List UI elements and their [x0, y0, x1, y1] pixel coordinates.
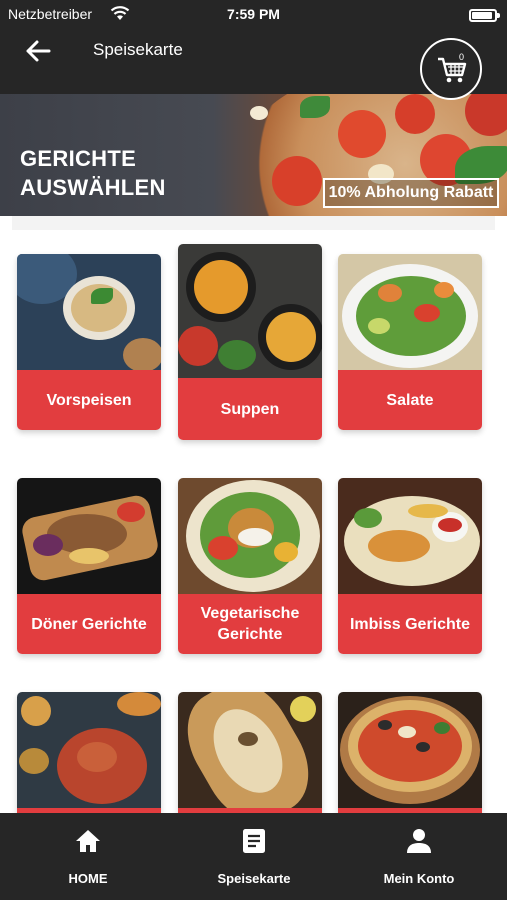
bottom-navigation: HOME Speisekarte Mein Konto [0, 813, 507, 900]
category-label: Suppen [178, 378, 322, 440]
menu-list-icon [243, 829, 265, 853]
arrow-left-icon [26, 40, 51, 62]
nav-mein-konto-label: Mein Konto [383, 871, 455, 886]
category-card-vegetarisch[interactable]: Vegetarische Gerichte [178, 478, 322, 654]
discount-badge: 10% Abholung Rabatt [323, 178, 499, 208]
category-image [338, 478, 482, 594]
user-icon [407, 829, 431, 853]
category-card-8[interactable] [178, 692, 322, 813]
nav-home[interactable]: HOME [18, 813, 158, 900]
nav-speisekarte[interactable]: Speisekarte [184, 813, 324, 900]
category-image [178, 478, 322, 594]
banner-title-line1: GERICHTE [20, 146, 137, 171]
category-image [17, 478, 161, 594]
page-title: Speisekarte [93, 40, 183, 59]
category-card-suppen[interactable]: Suppen [178, 244, 322, 440]
category-card-7[interactable] [17, 692, 161, 813]
category-label: Vegetarische Gerichte [178, 594, 322, 654]
back-button[interactable] [24, 38, 54, 64]
cart-button[interactable]: 0 [420, 38, 482, 100]
category-card-salate[interactable]: Salate [338, 254, 482, 430]
category-label: Salate [338, 370, 482, 430]
category-image [338, 692, 482, 808]
status-bar: Netzbetreiber 7:59 PM [0, 4, 507, 26]
category-card-9[interactable] [338, 692, 482, 813]
banner-title-line2: AUSWÄHLEN [20, 175, 166, 200]
category-label: Döner Gerichte [17, 594, 161, 654]
category-card-doener[interactable]: Döner Gerichte [17, 478, 161, 654]
battery-level [472, 12, 492, 19]
nav-home-label: HOME [68, 871, 108, 886]
category-card-imbiss[interactable]: Imbiss Gerichte [338, 478, 482, 654]
category-image [338, 254, 482, 370]
category-label: Imbiss Gerichte [338, 594, 482, 654]
divider [12, 216, 495, 230]
category-image [17, 692, 161, 808]
category-image [17, 254, 161, 370]
nav-speisekarte-label: Speisekarte [217, 871, 291, 886]
category-grid: Vorspeisen Suppen Salate Döner Gerichte … [0, 216, 507, 813]
category-label: Vorspeisen [17, 370, 161, 430]
category-image [178, 244, 322, 378]
battery-icon [469, 9, 500, 22]
home-icon [76, 830, 100, 852]
nav-mein-konto[interactable]: Mein Konto [349, 813, 489, 900]
status-time: 7:59 PM [227, 6, 280, 22]
category-card-vorspeisen[interactable]: Vorspeisen [17, 254, 161, 430]
cart-count-badge: 0 [459, 52, 465, 62]
category-image [178, 692, 322, 808]
banner-title: GERICHTE AUSWÄHLEN [20, 144, 166, 202]
